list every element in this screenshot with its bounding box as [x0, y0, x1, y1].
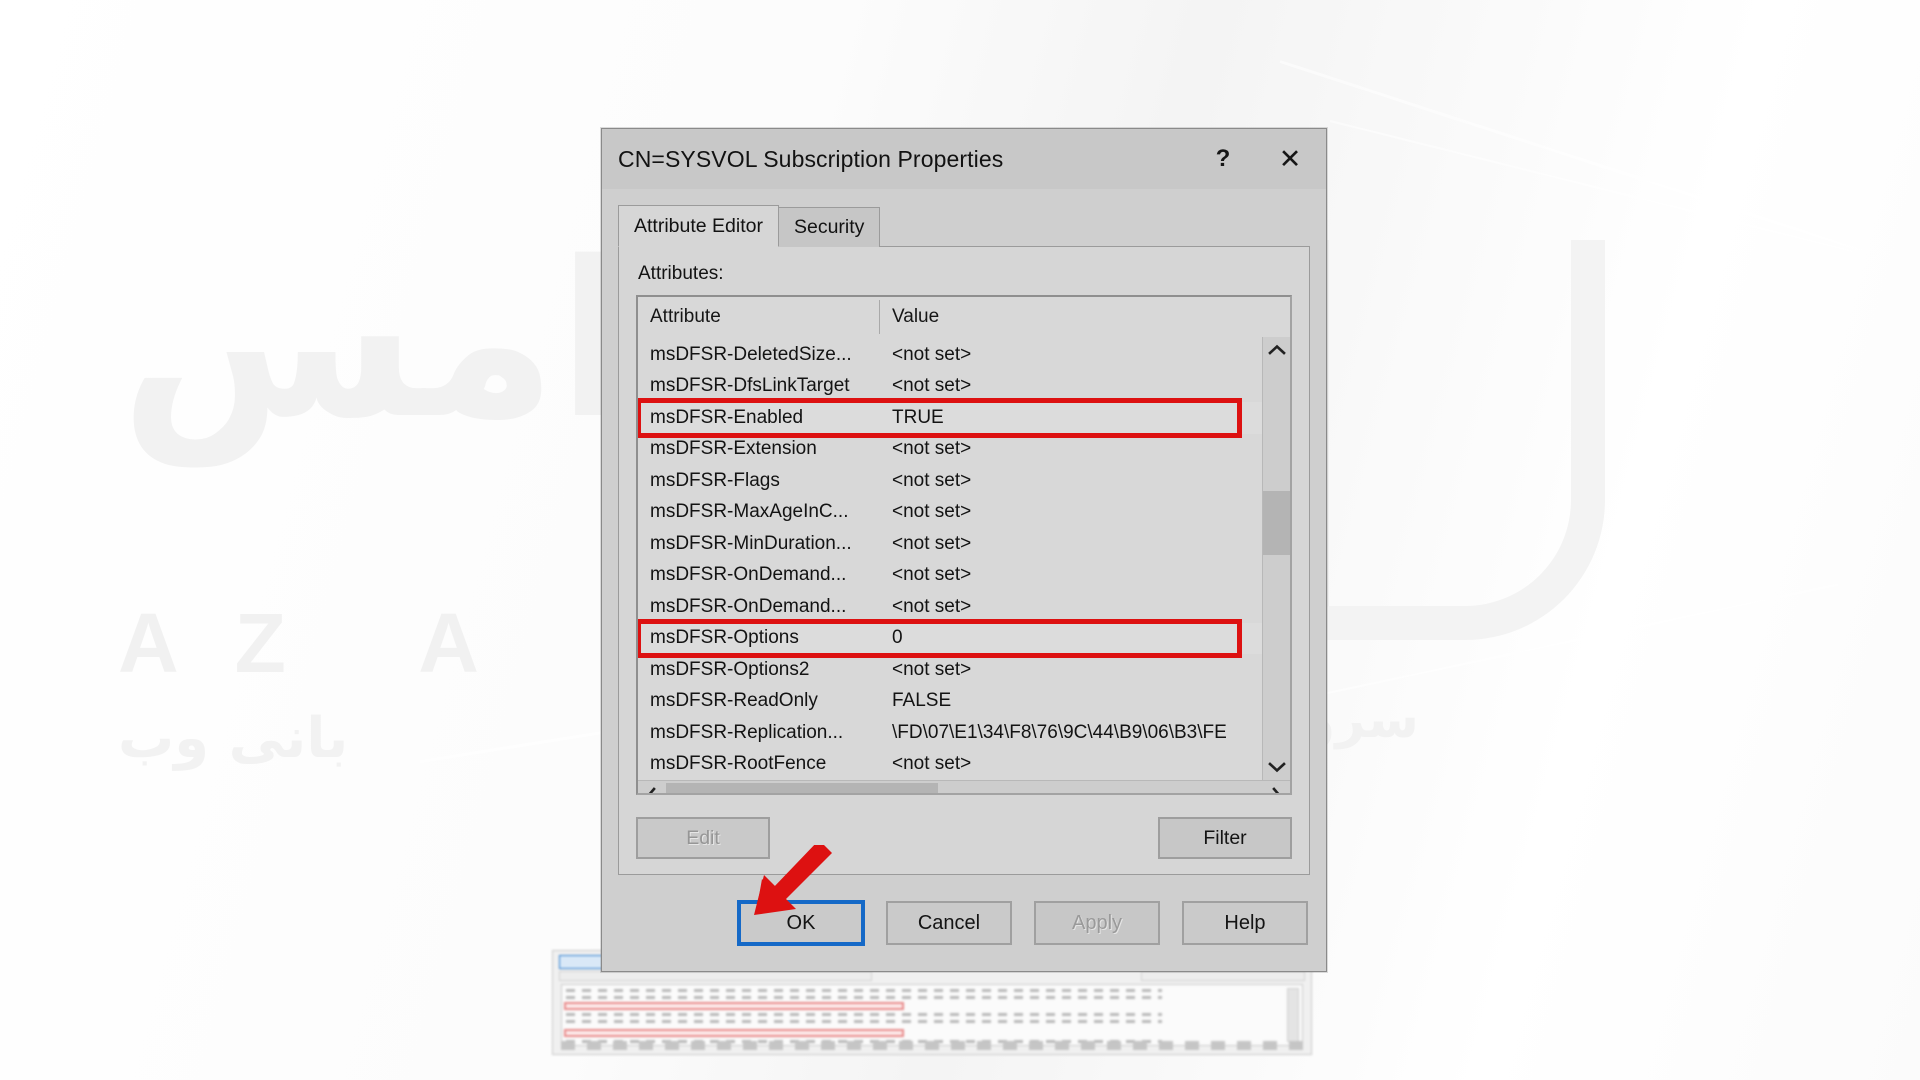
help-button[interactable]: Help: [1182, 901, 1308, 945]
cell-attribute: msDFSR-RootFence: [650, 753, 827, 775]
cell-value: FALSE: [892, 690, 952, 712]
titlebar-buttons: ? ✕: [1192, 129, 1326, 189]
background-grid-line: [566, 996, 1162, 999]
table-row[interactable]: msDFSR-Flags <not set>: [638, 465, 1262, 497]
listview-action-buttons: Edit Filter: [636, 817, 1292, 859]
cell-value: <not set>: [892, 753, 972, 775]
listview-header: Attribute Value: [638, 297, 1290, 337]
table-row[interactable]: msDFSR-Replication... \FD\07\E1\34\F8\76\…: [638, 717, 1262, 749]
cell-attribute: msDFSR-OnDemand...: [650, 564, 847, 586]
watermark-streak: [1329, 120, 1855, 253]
background-field: [559, 971, 873, 981]
table-row[interactable]: msDFSR-Extension <not set>: [638, 434, 1262, 466]
cell-value: <not set>: [892, 469, 972, 491]
table-row[interactable]: msDFSR-Enabled TRUE: [638, 398, 1262, 437]
background-grid-highlight: [564, 1002, 904, 1010]
dialog-titlebar: CN=SYSVOL Subscription Properties ? ✕: [602, 129, 1326, 189]
table-row[interactable]: msDFSR-ReadOnly FALSE: [638, 686, 1262, 718]
cell-attribute: msDFSR-DfsLinkTarget: [650, 375, 850, 397]
apply-button[interactable]: Apply: [1034, 901, 1160, 945]
ok-button[interactable]: OK: [737, 900, 865, 946]
background-grid-line: [566, 1013, 1162, 1016]
cell-attribute: msDFSR-Replication...: [650, 721, 844, 743]
cell-attribute: msDFSR-Flags: [650, 469, 780, 491]
background-scrollbar: [1287, 988, 1299, 1042]
watermark-logo-glyph: [1295, 240, 1605, 640]
table-row[interactable]: msDFSR-OnDemand... <not set>: [638, 560, 1262, 592]
tab-label: Security: [793, 216, 865, 238]
background-field: [1140, 971, 1305, 981]
scroll-left-icon[interactable]: [638, 781, 664, 793]
help-icon[interactable]: ?: [1192, 129, 1254, 189]
background-secondary-row: [559, 971, 1305, 981]
vertical-scrollbar-track[interactable]: [1263, 363, 1290, 754]
cell-value: <not set>: [892, 501, 972, 523]
table-row[interactable]: msDFSR-DeletedSize... <not set>: [638, 339, 1262, 371]
table-row[interactable]: msDFSR-MaxAgeInC... <not set>: [638, 497, 1262, 529]
column-header-value[interactable]: Value: [880, 297, 1290, 337]
horizontal-scrollbar-thumb[interactable]: [666, 783, 938, 793]
vertical-scrollbar-thumb[interactable]: [1263, 491, 1290, 555]
cell-value: <not set>: [892, 343, 972, 365]
scroll-up-icon[interactable]: [1263, 337, 1290, 363]
cell-attribute: msDFSR-Options2: [650, 658, 810, 680]
table-row[interactable]: msDFSR-OnDemand... <not set>: [638, 591, 1262, 623]
attributes-listview[interactable]: Attribute Value msDFSR-DeletedSize... <no…: [636, 295, 1292, 795]
tab-page-attribute-editor: Attributes: Attribute Value msDFSR-Delet…: [618, 246, 1310, 875]
cell-attribute: msDFSR-DeletedSize...: [650, 343, 852, 365]
cell-value: <not set>: [892, 595, 972, 617]
cell-value: <not set>: [892, 438, 972, 460]
edit-button[interactable]: Edit: [636, 817, 770, 859]
filter-button[interactable]: Filter: [1158, 817, 1292, 859]
dialog-footer: OK Cancel Apply Help: [602, 875, 1326, 971]
cell-attribute: msDFSR-Enabled: [650, 406, 804, 428]
cell-attribute: msDFSR-OnDemand...: [650, 595, 847, 617]
column-header-attribute[interactable]: Attribute: [638, 297, 880, 337]
table-row[interactable]: msDFSR-MinDuration... <not set>: [638, 528, 1262, 560]
cell-value: <not set>: [892, 658, 972, 680]
cell-attribute: msDFSR-Extension: [650, 438, 817, 460]
cell-value: <not set>: [892, 375, 972, 397]
listview-scroll-area: msDFSR-DeletedSize... <not set> msDFSR-Dfs…: [638, 337, 1290, 780]
table-row[interactable]: msDFSR-DfsLinkTarget <not set>: [638, 371, 1262, 403]
cell-attribute: msDFSR-MinDuration...: [650, 532, 852, 554]
scroll-right-icon[interactable]: [1264, 781, 1290, 793]
cell-attribute: msDFSR-ReadOnly: [650, 690, 818, 712]
horizontal-scrollbar-track[interactable]: [664, 781, 1264, 793]
cell-value: TRUE: [892, 406, 944, 428]
cell-value: 0: [892, 627, 903, 649]
dialog-title: CN=SYSVOL Subscription Properties: [618, 145, 1004, 172]
watermark-streak: [1279, 60, 1871, 255]
cell-value: <not set>: [892, 532, 972, 554]
tab-security[interactable]: Security: [777, 207, 881, 247]
background-statusbar: [561, 1041, 1303, 1050]
table-row[interactable]: msDFSR-RootFence <not set>: [638, 749, 1262, 781]
watermark-arabic-secondary: بانی وب: [118, 706, 349, 771]
background-grid-line: [566, 1020, 1162, 1023]
tab-label: Attribute Editor: [634, 214, 763, 237]
cell-attribute: msDFSR-MaxAgeInC...: [650, 501, 849, 523]
tab-strip: Attribute Editor Security: [618, 205, 1326, 247]
horizontal-scrollbar[interactable]: [638, 780, 1290, 793]
tab-attribute-editor[interactable]: Attribute Editor: [618, 205, 779, 247]
listview-rows: msDFSR-DeletedSize... <not set> msDFSR-Dfs…: [638, 337, 1262, 780]
properties-dialog: CN=SYSVOL Subscription Properties ? ✕ At…: [601, 128, 1327, 972]
background-grid: [561, 984, 1303, 1046]
background-grid-line: [566, 989, 1162, 992]
cell-attribute: msDFSR-Options: [650, 627, 799, 649]
cell-value: <not set>: [892, 564, 972, 586]
scroll-down-icon[interactable]: [1263, 754, 1290, 780]
cell-value: \FD\07\E1\34\F8\76\9C\44\B9\06\B3\FE: [892, 721, 1227, 743]
vertical-scrollbar[interactable]: [1262, 337, 1290, 780]
table-row[interactable]: msDFSR-Options 0: [638, 618, 1262, 658]
table-row[interactable]: msDFSR-Options2 <not set>: [638, 654, 1262, 686]
cancel-button[interactable]: Cancel: [886, 901, 1012, 945]
background-grid-highlight: [564, 1029, 904, 1037]
close-icon[interactable]: ✕: [1254, 129, 1326, 189]
attributes-label: Attributes:: [638, 263, 724, 284]
